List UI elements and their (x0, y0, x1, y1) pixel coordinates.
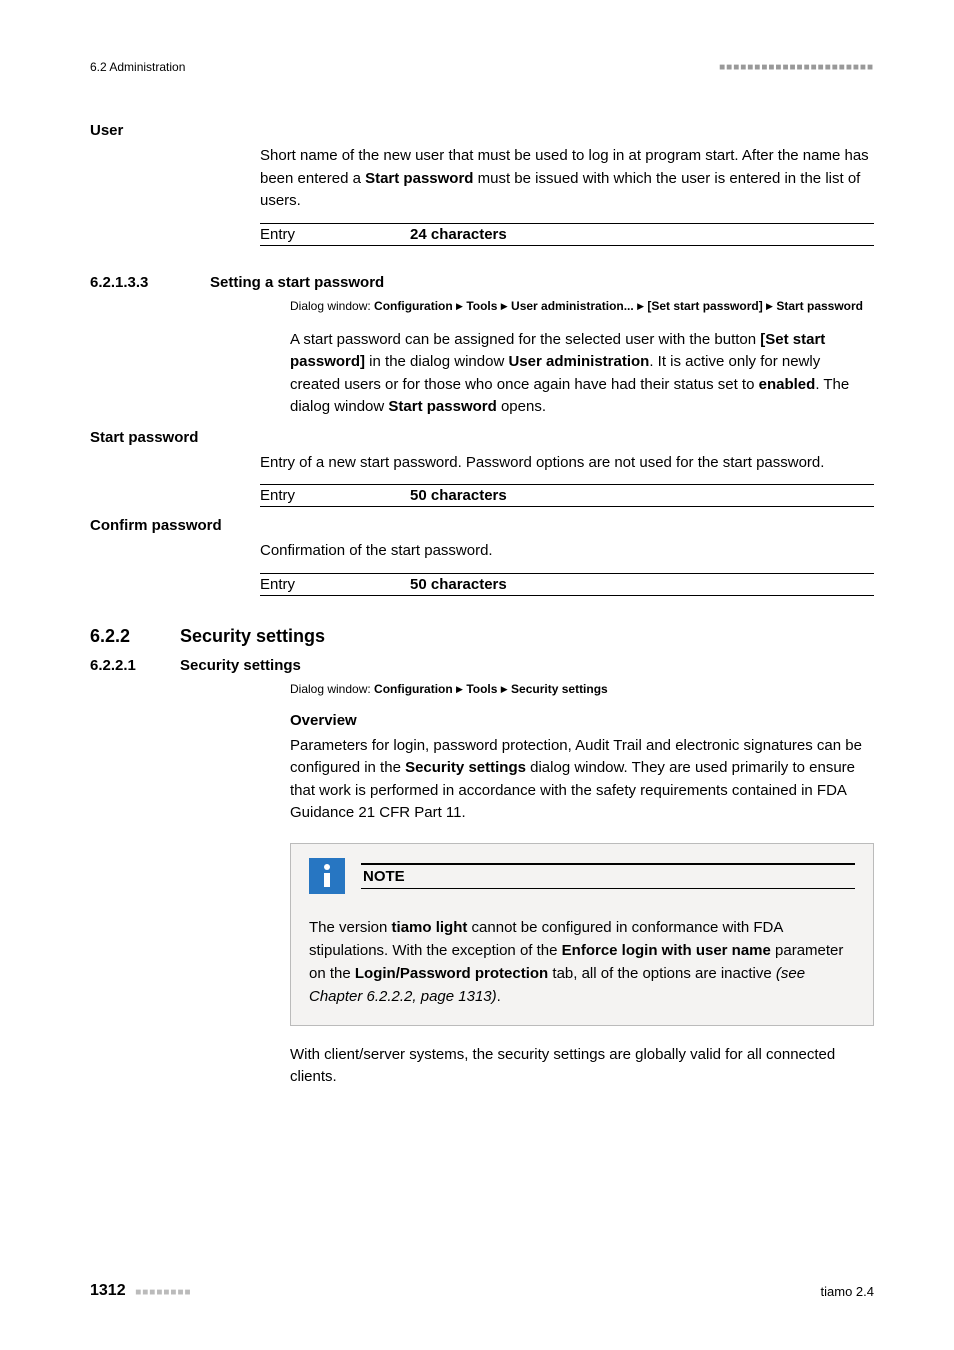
entry-row: Entry 50 characters (260, 573, 874, 596)
chevron-right-icon: ▶ (501, 684, 508, 694)
section-number: 6.2.2 (90, 626, 180, 647)
entry-label: Entry (260, 226, 410, 243)
text-bold: Enforce login with user name (562, 942, 771, 959)
text-bold: Start password (365, 170, 473, 187)
text-bold: User administration (508, 353, 649, 370)
chevron-right-icon: ▶ (637, 301, 644, 311)
closing-paragraph: With client/server systems, the security… (290, 1044, 874, 1089)
section-number: 6.2.2.1 (90, 657, 180, 674)
breadcrumb-item: User administration... (511, 299, 634, 313)
text: tab, all of the options are inactive (548, 965, 776, 982)
dialog-path: Dialog window: Configuration ▶ Tools ▶ U… (290, 297, 874, 315)
entry-label: Entry (260, 487, 410, 504)
entry-value: 24 characters (410, 226, 507, 243)
breadcrumb-item: [Set start password] (647, 299, 762, 313)
text-bold: Security settings (405, 759, 526, 776)
confirm-password-label: Confirm password (90, 517, 874, 534)
breadcrumb-item: Security settings (511, 682, 608, 696)
section-title: Security settings (180, 626, 325, 647)
section-title: Setting a start password (210, 274, 384, 291)
text: The version (309, 919, 392, 936)
note-box: NOTE The version tiamo light cannot be c… (290, 843, 874, 1026)
info-icon (309, 858, 345, 894)
entry-row: Entry 24 characters (260, 223, 874, 246)
note-body: The version tiamo light cannot be config… (309, 916, 855, 1009)
section-body: A start password can be assigned for the… (290, 329, 874, 419)
section-title: Security settings (180, 657, 301, 674)
text: Dialog window: (290, 682, 374, 696)
breadcrumb-item: Configuration (374, 299, 453, 313)
chevron-right-icon: ▶ (456, 684, 463, 694)
chevron-right-icon: ▶ (456, 301, 463, 311)
section-path: 6.2 Administration (90, 60, 185, 74)
breadcrumb-item: Start password (776, 299, 863, 313)
text-bold: tiamo light (392, 919, 468, 936)
breadcrumb-item: Configuration (374, 682, 453, 696)
entry-value: 50 characters (410, 487, 507, 504)
chevron-right-icon: ▶ (501, 301, 508, 311)
user-label: User (90, 122, 874, 139)
page-number: 1312 (90, 1282, 126, 1299)
note-title: NOTE (361, 868, 855, 885)
start-password-description: Entry of a new start password. Password … (260, 452, 874, 475)
product-name: tiamo 2.4 (821, 1284, 874, 1299)
page-number-wrap: 1312 ■■■■■■■■ (90, 1282, 192, 1300)
confirm-password-description: Confirmation of the start password. (260, 540, 874, 563)
overview-body: Parameters for login, password protectio… (290, 735, 874, 825)
entry-value: 50 characters (410, 576, 507, 593)
text-bold: enabled (759, 376, 816, 393)
text: in the dialog window (365, 353, 508, 370)
footer-marks: ■■■■■■■■ (135, 1287, 191, 1298)
user-description: Short name of the new user that must be … (260, 145, 874, 213)
text: opens. (497, 398, 546, 415)
header-marks: ■■■■■■■■■■■■■■■■■■■■■■ (719, 62, 874, 73)
section-number: 6.2.1.3.3 (90, 274, 210, 291)
entry-row: Entry 50 characters (260, 484, 874, 507)
text: Dialog window: (290, 299, 374, 313)
breadcrumb-item: Tools (466, 682, 497, 696)
text: A start password can be assigned for the… (290, 331, 760, 348)
text-bold: Login/Password protection (355, 965, 548, 982)
chevron-right-icon: ▶ (766, 301, 773, 311)
start-password-label: Start password (90, 429, 874, 446)
entry-label: Entry (260, 576, 410, 593)
overview-heading: Overview (290, 712, 874, 729)
text: . (497, 988, 501, 1005)
breadcrumb-item: Tools (466, 299, 497, 313)
dialog-path: Dialog window: Configuration ▶ Tools ▶ S… (290, 680, 874, 698)
text-bold: Start password (388, 398, 496, 415)
